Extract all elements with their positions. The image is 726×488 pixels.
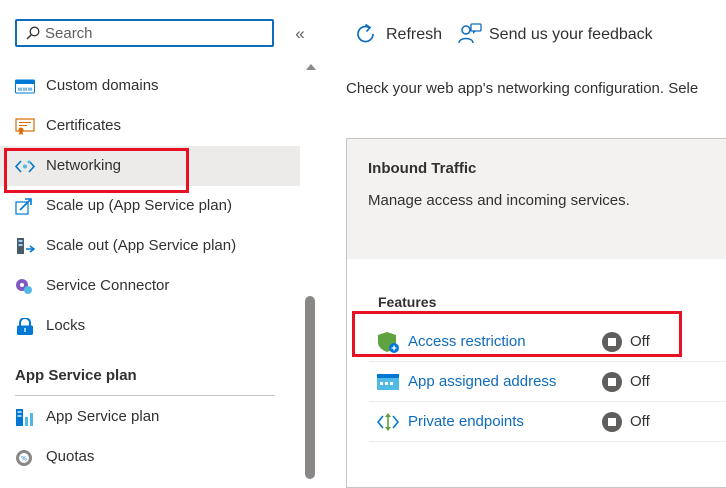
feedback-icon xyxy=(458,23,482,44)
private-endpoints-link[interactable]: Private endpoints xyxy=(408,413,524,430)
sidebar-item-custom-domains[interactable]: www Custom domains xyxy=(0,66,300,106)
scroll-up-arrow-icon[interactable] xyxy=(306,64,316,70)
search-box[interactable] xyxy=(15,19,274,47)
sidebar-item-label: Certificates xyxy=(46,117,122,134)
status-text: Off xyxy=(630,333,650,350)
inbound-traffic-card: Inbound Traffic Manage access and incomi… xyxy=(346,138,726,488)
features-label: Features xyxy=(378,294,437,310)
send-feedback-button[interactable]: Send us your feedback xyxy=(458,22,658,50)
sidebar-item-label: Service Connector xyxy=(46,277,170,294)
search-input[interactable] xyxy=(45,24,265,42)
status-off-icon xyxy=(602,372,622,392)
collapse-sidebar-button[interactable]: « xyxy=(291,24,309,44)
access-restriction-link[interactable]: Access restriction xyxy=(408,333,526,350)
service-connector-icon xyxy=(16,279,32,294)
sidebar-item-scale-out[interactable]: Scale out (App Service plan) xyxy=(0,226,300,266)
lock-icon xyxy=(17,318,33,335)
refresh-icon xyxy=(357,23,374,43)
status-off-icon xyxy=(602,412,622,432)
svg-text:%: % xyxy=(21,456,27,463)
status-text: Off xyxy=(630,373,650,390)
row-divider xyxy=(369,441,726,442)
section-header-app-service-plan: App Service plan xyxy=(15,367,137,384)
sidebar-item-label: Networking xyxy=(46,157,122,174)
scrollbar-thumb[interactable] xyxy=(305,296,315,479)
sidebar-item-networking[interactable]: Networking xyxy=(0,146,300,186)
sidebar-item-app-service-plan[interactable]: App Service plan xyxy=(0,397,300,437)
feature-row-app-assigned-address: App assigned address Off xyxy=(369,362,726,402)
quotas-icon: % xyxy=(16,450,32,466)
app-service-plan-icon xyxy=(16,409,33,426)
status-text: Off xyxy=(630,413,650,430)
sidebar-item-certificates[interactable]: Certificates xyxy=(0,106,300,146)
www-icon: www xyxy=(15,79,35,94)
feature-row-private-endpoints: Private endpoints Off xyxy=(369,402,726,442)
sidebar-item-label: Scale out (App Service plan) xyxy=(46,237,237,254)
refresh-button[interactable]: Refresh xyxy=(355,22,445,50)
scale-up-icon xyxy=(15,198,32,215)
sidebar-item-service-connector[interactable]: Service Connector xyxy=(0,266,300,306)
private-endpoint-icon xyxy=(377,413,399,431)
sidebar-item-label: App Service plan xyxy=(46,408,160,425)
sidebar-item-quotas[interactable]: % Quotas xyxy=(0,437,300,477)
search-icon xyxy=(26,26,40,40)
shield-icon xyxy=(378,332,399,353)
sidebar-item-label: Locks xyxy=(46,317,86,334)
sidebar-item-locks[interactable]: Locks xyxy=(0,306,300,346)
sidebar: « www Custom domains Certificates Networ… xyxy=(0,0,320,479)
feature-row-access-restriction: Access restriction Off xyxy=(369,322,726,362)
certificate-icon xyxy=(15,118,35,135)
sidebar-item-label: Scale up (App Service plan) xyxy=(46,197,232,214)
scale-out-icon xyxy=(17,238,35,254)
ip-address-icon xyxy=(377,374,399,390)
sidebar-item-scale-up[interactable]: Scale up (App Service plan) xyxy=(0,186,300,226)
networking-icon xyxy=(15,160,35,173)
section-divider xyxy=(15,395,275,396)
status-off-icon xyxy=(602,332,622,352)
app-assigned-address-link[interactable]: App assigned address xyxy=(408,373,556,390)
card-subtitle: Manage access and incoming services. xyxy=(368,192,630,209)
svg-text:www: www xyxy=(18,86,33,93)
page-description: Check your web app's networking configur… xyxy=(346,80,699,97)
card-header: Inbound Traffic Manage access and incomi… xyxy=(347,139,726,259)
sidebar-item-label: Custom domains xyxy=(46,77,159,94)
sidebar-item-label: Quotas xyxy=(46,448,95,465)
card-title: Inbound Traffic xyxy=(368,160,477,177)
